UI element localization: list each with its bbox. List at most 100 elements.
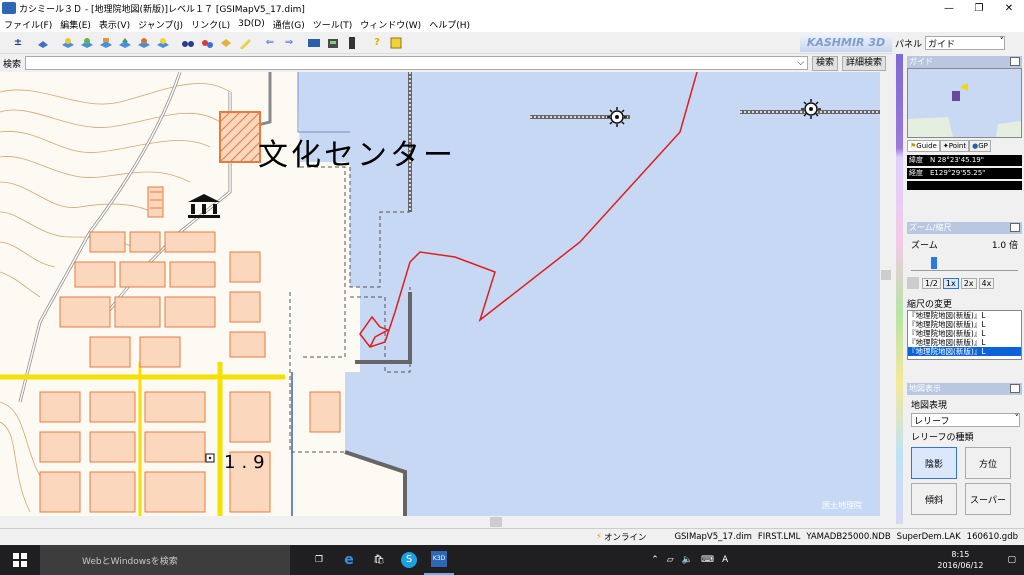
binoculars-icon[interactable]: [180, 35, 196, 51]
online-icon: ⚡: [595, 532, 602, 542]
dropdown-chevron-icon[interactable]: ⌵: [797, 58, 804, 68]
layer-icon[interactable]: [35, 35, 51, 51]
app-icon: [2, 2, 16, 14]
zoom-1x-button[interactable]: 1x: [942, 277, 959, 289]
scale-list[interactable]: 『地理院地図(新版)』L 『地理院地図(新版)』L 『地理院地図(新版)』L 『…: [907, 310, 1022, 360]
device-icon[interactable]: [344, 35, 360, 51]
taskbar-search[interactable]: WebとWindowsを検索: [40, 545, 290, 575]
status-lml: FIRST.LML: [757, 532, 801, 542]
tag-icon[interactable]: [218, 35, 234, 51]
horizontal-scrollbar[interactable]: [0, 516, 880, 528]
help-icon[interactable]: ?: [369, 35, 385, 51]
list-item[interactable]: 『地理院地図(新版)』L: [908, 311, 1021, 320]
minimize-button[interactable]: —: [934, 3, 964, 14]
relief-shade-button[interactable]: 陰影: [911, 447, 957, 479]
search-button[interactable]: 検索: [812, 55, 839, 71]
gps-icon[interactable]: [306, 35, 322, 51]
search-row: 検索 ⌵ 検索 詳細検索: [0, 54, 895, 72]
map-view[interactable]: 文化センター 1.9 国土地理院: [0, 72, 880, 516]
maximize-button[interactable]: ❐: [964, 3, 994, 14]
print-icon[interactable]: [325, 35, 341, 51]
zoom-header: ズーム/縮尺: [907, 222, 1022, 234]
elevation-label: 1.9: [224, 452, 271, 473]
clock[interactable]: 8:15 2016/06/12: [937, 549, 983, 571]
edge-icon[interactable]: e: [334, 545, 364, 575]
zoom-swatch: [907, 277, 919, 289]
keyboard-icon[interactable]: ⌨: [701, 555, 714, 565]
menu-comm[interactable]: 通信(G): [273, 18, 305, 31]
task-view-icon[interactable]: ❐: [304, 545, 334, 575]
arrow-left-icon[interactable]: ⇐: [262, 35, 278, 51]
minimize-icon[interactable]: [1010, 384, 1020, 393]
book-icon[interactable]: [388, 35, 404, 51]
overview-map[interactable]: [907, 68, 1022, 138]
panel-select[interactable]: ガイド ˅: [925, 36, 1006, 50]
network-icon[interactable]: ▱: [667, 555, 674, 565]
list-item[interactable]: 『地理院地図(新版)』L: [908, 329, 1021, 338]
map-layer-icon-6[interactable]: [155, 35, 171, 51]
title-bar: カシミール３Ｄ - [地理院地図(新版)]レベル１７ [GSIMapV5_17.…: [0, 0, 1024, 16]
clock-time: 8:15: [951, 550, 970, 559]
list-item-selected[interactable]: 『地理院地図(新版)』L: [908, 347, 1021, 356]
scroll-thumb[interactable]: [490, 517, 502, 527]
zoom-slider[interactable]: [911, 257, 1018, 271]
search-input[interactable]: ⌵: [25, 56, 809, 70]
expression-select[interactable]: レリーフ ˅: [911, 413, 1020, 427]
skype-icon[interactable]: S: [394, 545, 424, 575]
map-layer-icon-1[interactable]: [60, 35, 76, 51]
ruler-icon[interactable]: [237, 35, 253, 51]
list-item[interactable]: 『地理院地図(新版)』L: [908, 320, 1021, 329]
menu-tool[interactable]: ツール(T): [313, 18, 353, 31]
scroll-thumb[interactable]: [881, 270, 891, 280]
map-title-label: 文化センター: [258, 138, 456, 173]
detail-search-button[interactable]: 詳細検索: [842, 55, 887, 71]
vertical-scrollbar[interactable]: [880, 72, 892, 516]
minimize-icon[interactable]: [1010, 223, 1020, 232]
panel-label: パネル: [895, 39, 923, 50]
map-layer-icon-3[interactable]: [98, 35, 114, 51]
minimize-icon[interactable]: [1010, 57, 1020, 66]
kashmir-app-icon[interactable]: K3D: [424, 545, 454, 575]
relief-type-label: レリーフの種類: [911, 433, 974, 443]
zoom-4x-button[interactable]: 4x: [978, 277, 995, 289]
clock-date: 2016/06/12: [937, 561, 984, 570]
scale-search-icon[interactable]: ±: [10, 35, 26, 51]
menu-help[interactable]: ヘルプ(H): [429, 18, 470, 31]
notification-icon[interactable]: ▢: [1007, 555, 1016, 565]
relief-direction-button[interactable]: 方位: [965, 447, 1011, 479]
zoom-slider-thumb[interactable]: [931, 257, 937, 269]
relief-super-button[interactable]: スーパー: [965, 483, 1011, 515]
menu-file[interactable]: ファイル(F): [4, 18, 52, 31]
relief-slope-button[interactable]: 傾斜: [911, 483, 957, 515]
menu-jump[interactable]: ジャンプ(J): [138, 18, 183, 31]
marker-icon[interactable]: [199, 35, 215, 51]
windows-start-icon[interactable]: [0, 553, 40, 567]
menu-edit[interactable]: 編集(E): [60, 18, 91, 31]
copyright-label: 国土地理院: [822, 501, 862, 510]
menu-link[interactable]: リンク(L): [191, 18, 230, 31]
tab-point[interactable]: ✦Point: [939, 140, 970, 152]
menu-bar: ファイル(F) 編集(E) 表示(V) ジャンプ(J) リンク(L) 3D(D)…: [0, 16, 1024, 32]
menu-view[interactable]: 表示(V): [99, 18, 130, 31]
map-layer-icon-4[interactable]: [117, 35, 133, 51]
menu-window[interactable]: ウィンドウ(W): [360, 18, 421, 31]
brand-logo: KASHMIR 3D: [800, 34, 892, 52]
volume-icon[interactable]: 🔈: [682, 555, 693, 565]
map-layer-icon-5[interactable]: [136, 35, 152, 51]
zoom-half-button[interactable]: 1/2: [922, 277, 941, 289]
readout-bar: [907, 181, 1022, 190]
tab-gp[interactable]: ●GP: [969, 140, 991, 152]
map-layer-icon-2[interactable]: [79, 35, 95, 51]
list-item[interactable]: 『地理院地図(新版)』L: [908, 338, 1021, 347]
menu-3d[interactable]: 3D(D): [238, 19, 265, 29]
side-panel: パネル ガイド ˅ ガイド ⚑Guide ✦Point ●GP 緯度 N 28°…: [893, 32, 1024, 528]
tab-guide[interactable]: ⚑Guide: [907, 140, 940, 152]
zoom-2x-button[interactable]: 2x: [960, 277, 977, 289]
chevron-up-icon[interactable]: ⌃: [651, 555, 659, 565]
close-button[interactable]: ✕: [994, 3, 1024, 14]
ime-indicator[interactable]: A: [722, 555, 728, 565]
lighthouse-icon: [801, 99, 821, 119]
store-icon[interactable]: 🛍: [364, 545, 394, 575]
toolbar: ± ⇐ ⇒ ?: [0, 32, 895, 54]
arrow-right-icon[interactable]: ⇒: [281, 35, 297, 51]
